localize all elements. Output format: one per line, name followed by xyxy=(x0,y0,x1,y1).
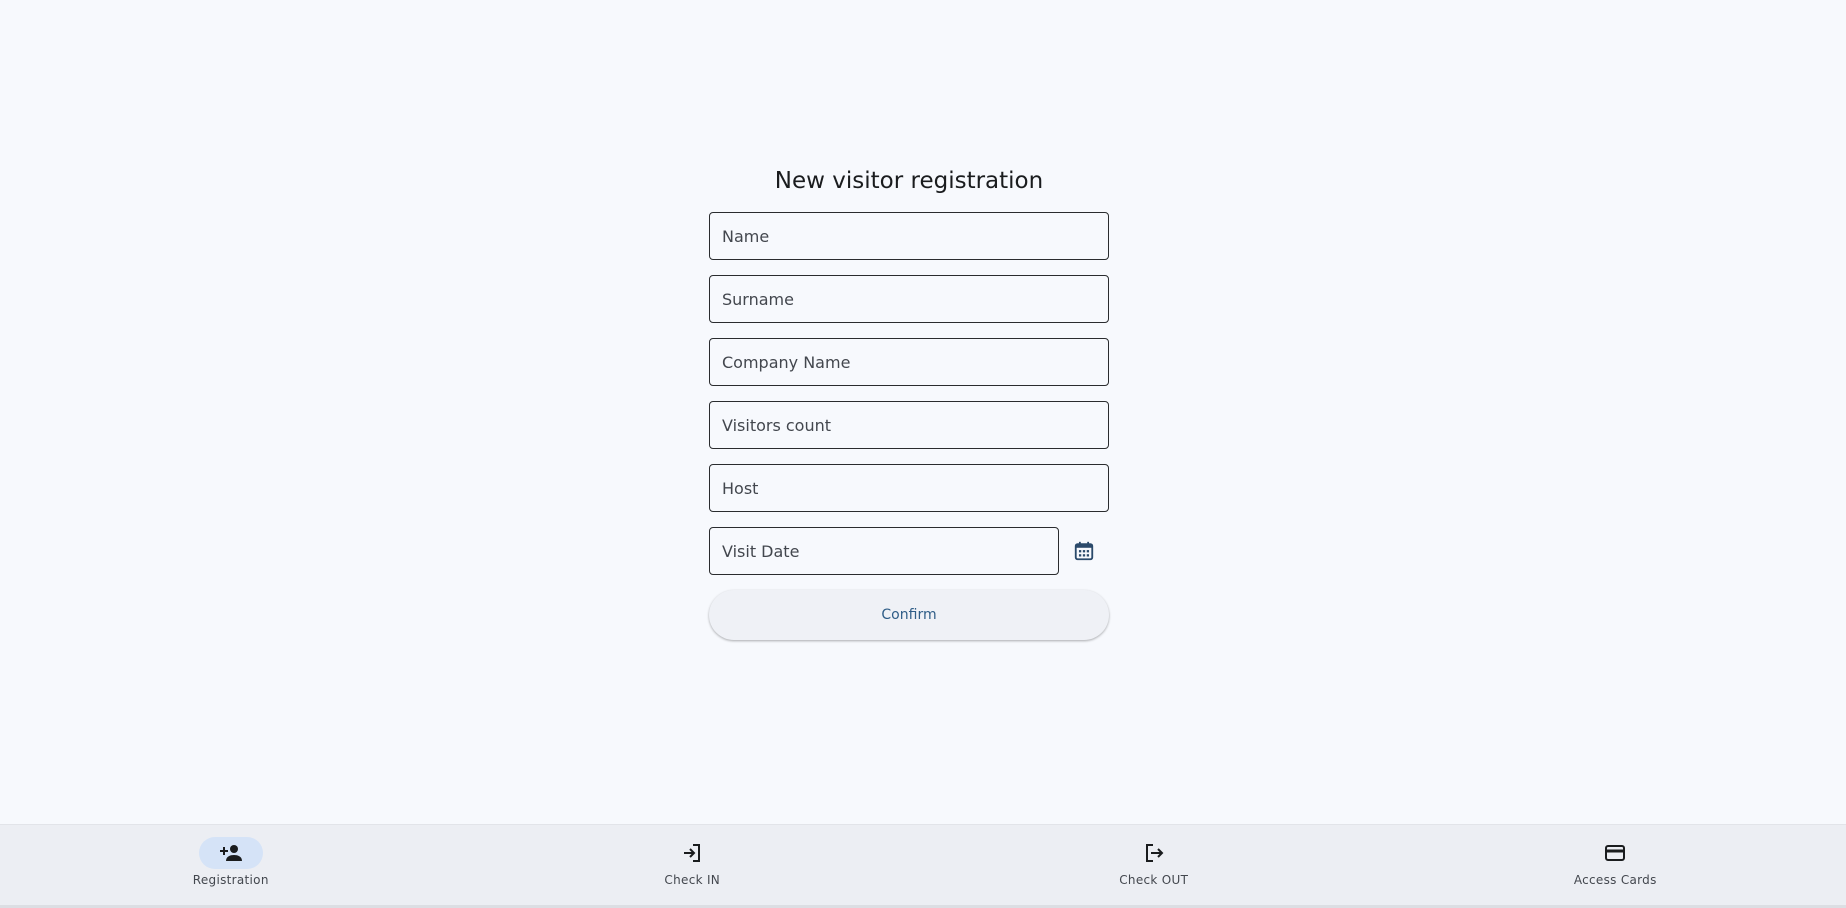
calendar-icon xyxy=(1073,540,1095,562)
company-name-field[interactable] xyxy=(709,338,1109,386)
registration-form: New visitor registration Name Surname Co… xyxy=(709,160,1109,640)
nav-label-registration: Registration xyxy=(192,873,269,887)
nav-item-check-in[interactable]: Check IN xyxy=(462,825,924,905)
logout-icon xyxy=(1142,841,1166,865)
nav-label-check-out: Check OUT xyxy=(1119,873,1189,887)
nav-item-check-out[interactable]: Check OUT xyxy=(923,825,1385,905)
date-picker-button[interactable] xyxy=(1068,535,1100,567)
app-root: New visitor registration Name Surname Co… xyxy=(0,0,1846,908)
credit-card-icon xyxy=(1603,841,1627,865)
surname-field[interactable] xyxy=(709,275,1109,323)
person-add-icon xyxy=(219,841,243,865)
nav-item-access-cards[interactable]: Access Cards xyxy=(1385,825,1846,905)
nav-icon-slot-access-cards xyxy=(1583,837,1647,869)
confirm-button[interactable]: Confirm xyxy=(709,590,1109,640)
nav-label-access-cards: Access Cards xyxy=(1573,873,1657,887)
visitors-count-field[interactable] xyxy=(709,401,1109,449)
nav-icon-slot-check-out xyxy=(1122,837,1186,869)
name-field[interactable] xyxy=(709,212,1109,260)
nav-label-check-in: Check IN xyxy=(664,873,721,887)
login-icon xyxy=(680,841,704,865)
nav-icon-slot-check-in xyxy=(660,837,724,869)
page-title: New visitor registration xyxy=(774,168,1044,194)
nav-active-indicator xyxy=(198,837,263,869)
nav-item-registration[interactable]: Registration xyxy=(0,825,462,905)
bottom-navigation: Registration Check IN Check OUT Access C… xyxy=(0,824,1846,908)
host-field[interactable] xyxy=(709,464,1109,512)
visit-date-field[interactable] xyxy=(709,527,1059,575)
